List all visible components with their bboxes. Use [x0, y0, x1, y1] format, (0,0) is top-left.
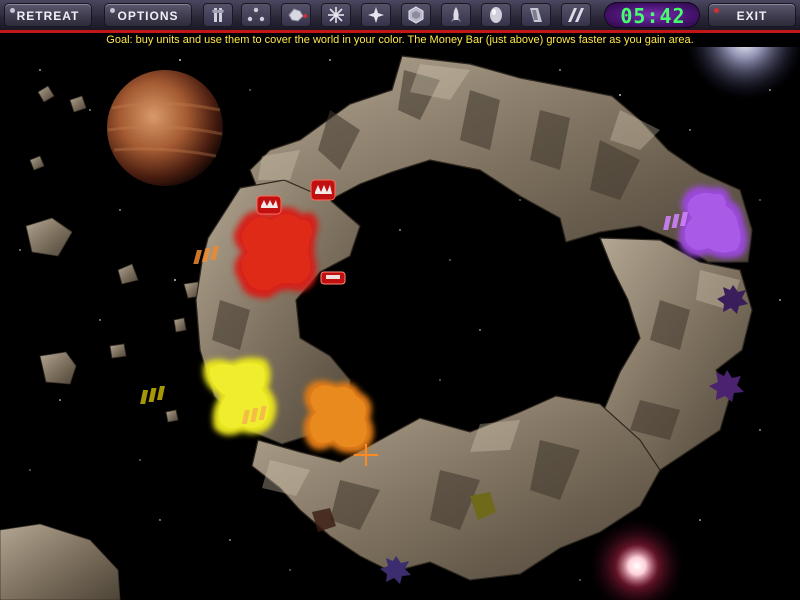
tool-barrier-icon	[568, 8, 584, 22]
tool-gem-icon	[408, 6, 424, 24]
tool-star-icon	[328, 7, 344, 23]
tool-unit-a-icon	[212, 8, 224, 22]
tool-barrier-button[interactable]	[561, 3, 591, 27]
exit-bullet-icon	[714, 8, 719, 13]
tool-unit-b-icon	[247, 7, 265, 22]
tool-wall-icon	[530, 8, 542, 22]
tool-unit-c-button[interactable]	[281, 3, 311, 27]
tool-egg-button[interactable]	[481, 3, 511, 27]
goal-text: Goal: buy units and use them to cover th…	[106, 34, 694, 46]
tool-crosshair-button[interactable]	[361, 3, 391, 27]
top-toolbar: RETREAT OPTIONS 05:42 EXIT	[0, 0, 800, 30]
options-bullet-icon	[110, 8, 115, 13]
red-small-unit[interactable]	[320, 271, 346, 285]
options-label: OPTIONS	[117, 9, 179, 23]
tool-unit-b-button[interactable]	[241, 3, 271, 27]
game-timer: 05:42	[604, 2, 700, 28]
exit-button[interactable]: EXIT	[708, 3, 796, 27]
tool-gem-button[interactable]	[401, 3, 431, 27]
retreat-label: RETREAT	[16, 9, 80, 23]
retreat-button[interactable]: RETREAT	[4, 3, 92, 27]
options-button[interactable]: OPTIONS	[104, 3, 192, 27]
timer-value: 05:42	[620, 4, 686, 28]
tool-unit-c-icon	[288, 8, 307, 22]
tool-rocket-button[interactable]	[441, 3, 471, 27]
game-map[interactable]	[0, 47, 800, 600]
red-crown-unit[interactable]	[256, 195, 282, 215]
retreat-bullet-icon	[10, 8, 15, 13]
tool-rocket-icon	[451, 7, 461, 22]
red-crown-unit-2[interactable]	[310, 179, 336, 201]
tool-unit-a-button[interactable]	[203, 3, 233, 27]
tool-wall-button[interactable]	[521, 3, 551, 27]
tool-crosshair-icon	[368, 7, 384, 23]
tool-egg-icon	[490, 7, 502, 23]
tool-star-button[interactable]	[321, 3, 351, 27]
exit-label: EXIT	[736, 9, 768, 23]
